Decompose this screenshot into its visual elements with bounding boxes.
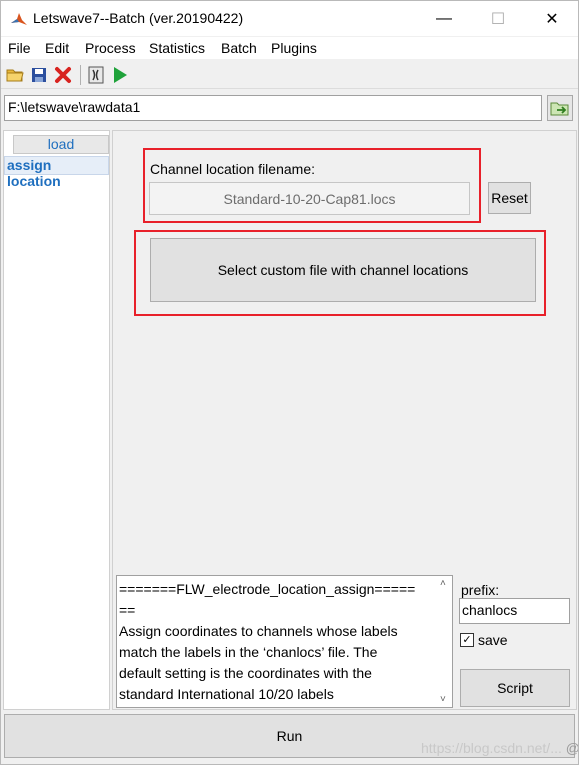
- menu-statistics[interactable]: Statistics: [149, 40, 205, 56]
- menu-bar: File Edit Process Statistics Batch Plugi…: [1, 37, 578, 59]
- close-button[interactable]: ✕: [529, 1, 575, 36]
- browse-folder-button[interactable]: [547, 95, 573, 121]
- title-bar: Letswave7--Batch (ver.20190422) — ☐ ✕: [1, 1, 578, 36]
- description-box[interactable]: =======FLW_electrode_location_assign====…: [116, 575, 453, 708]
- open-folder-icon[interactable]: [4, 64, 26, 86]
- maximize-button[interactable]: ☐: [475, 1, 521, 36]
- toolbar-separator: [80, 65, 81, 85]
- scroll-up-icon[interactable]: ˄: [440, 578, 446, 589]
- channel-location-label: Channel location filename:: [150, 161, 315, 177]
- script-icon[interactable]: [85, 64, 107, 86]
- reset-button[interactable]: Reset: [488, 182, 531, 214]
- save-disk-icon[interactable]: [28, 64, 50, 86]
- prefix-input[interactable]: chanlocs: [459, 598, 570, 624]
- process-item-assign-location[interactable]: assign location: [4, 156, 109, 189]
- toolbar: [1, 61, 578, 89]
- browse-folder-icon: [550, 102, 569, 116]
- description-scrollbar[interactable]: ˄ ˅: [437, 576, 452, 707]
- save-checkbox[interactable]: ✓: [460, 633, 474, 647]
- batch-window: Letswave7--Batch (ver.20190422) — ☐ ✕ Fi…: [0, 0, 579, 765]
- watermark-brand: @51CTO博客: [565, 740, 579, 756]
- description-line: Assign coordinates to channels whose lab…: [119, 623, 398, 639]
- menu-process[interactable]: Process: [85, 40, 136, 56]
- prefix-label: prefix:: [461, 582, 500, 598]
- watermark-url: https://blog.csdn.net/...: [421, 740, 562, 756]
- scroll-down-icon[interactable]: ˅: [440, 694, 446, 705]
- watermark: https://blog.csdn.net/... @51CTO博客: [421, 738, 579, 758]
- run-play-icon[interactable]: [109, 64, 131, 86]
- matlab-app-icon: [11, 13, 27, 25]
- description-line: default setting is the coordinates with …: [119, 665, 372, 681]
- select-custom-file-button[interactable]: Select custom file with channel location…: [150, 238, 536, 302]
- process-list: load assign location: [3, 130, 110, 710]
- menu-file[interactable]: File: [8, 40, 31, 56]
- menu-edit[interactable]: Edit: [45, 40, 69, 56]
- description-text: =======FLW_electrode_location_assign====…: [119, 579, 437, 705]
- script-button[interactable]: Script: [460, 669, 570, 707]
- description-line: ==: [119, 602, 136, 618]
- minimize-button[interactable]: —: [421, 1, 467, 36]
- process-item-load[interactable]: load: [13, 135, 109, 154]
- path-input[interactable]: F:\letswave\rawdata1: [4, 95, 542, 121]
- save-label: save: [478, 632, 508, 648]
- channel-location-field: Standard-10-20-Cap81.locs: [149, 182, 470, 215]
- window-title: Letswave7--Batch (ver.20190422): [33, 10, 244, 26]
- menu-batch[interactable]: Batch: [221, 40, 257, 56]
- description-line: standard International 10/20 labels: [119, 686, 334, 702]
- description-line: =======FLW_electrode_location_assign====…: [119, 581, 416, 597]
- menu-plugins[interactable]: Plugins: [271, 40, 317, 56]
- description-line: match the labels in the ‘chanlocs’ file.…: [119, 644, 378, 660]
- delete-x-icon[interactable]: [52, 64, 74, 86]
